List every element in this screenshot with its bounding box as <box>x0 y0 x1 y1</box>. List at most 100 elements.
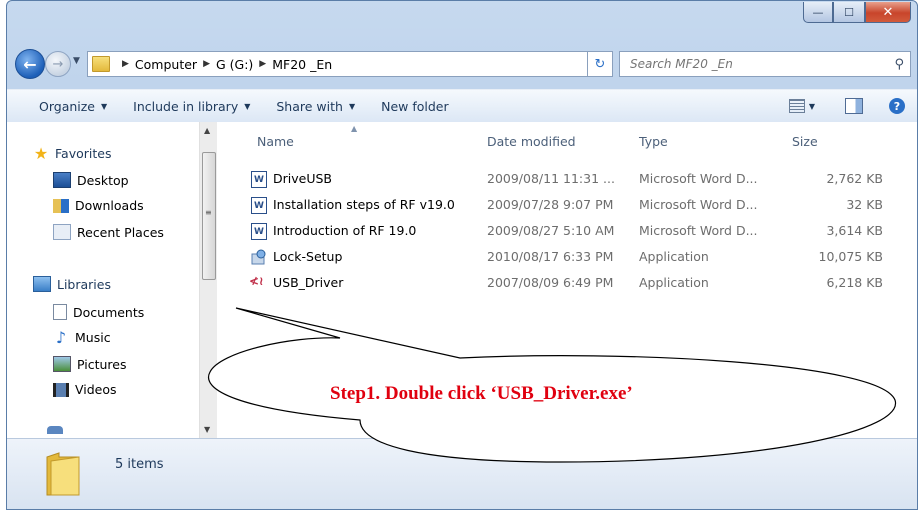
navigation-pane: ★ Favorites Desktop Downloads Recent Pla… <box>7 122 199 438</box>
include-in-library-menu[interactable]: Include in library ▼ <box>133 99 250 114</box>
column-header-date[interactable]: Date modified <box>487 134 576 149</box>
refresh-button[interactable]: ↻ <box>587 51 613 77</box>
column-header-type[interactable]: Type <box>639 134 668 149</box>
sidebar-item-label: Pictures <box>77 356 127 372</box>
file-type: Microsoft Word D... <box>639 171 758 186</box>
word-doc-icon: W <box>251 197 267 214</box>
downloads-icon <box>53 198 69 213</box>
include-in-library-label: Include in library <box>133 98 239 114</box>
folder-icon <box>92 56 110 72</box>
table-row[interactable]: W Installation steps of RF v19.0 2009/07… <box>237 194 917 216</box>
sidebar-item-music[interactable]: ♪ Music <box>53 329 111 345</box>
file-date: 2010/08/17 6:33 PM <box>487 249 614 264</box>
sidebar-item-videos[interactable]: Videos <box>53 382 117 397</box>
sidebar-item-label: Downloads <box>75 198 144 213</box>
file-size: 32 KB <box>846 197 883 212</box>
videos-icon <box>53 382 69 397</box>
chevron-down-icon: ▼ <box>348 101 356 111</box>
window-controls: — ☐ ✕ <box>803 2 911 23</box>
recent-pages-dropdown[interactable]: ▼ <box>73 56 80 66</box>
organize-menu[interactable]: Organize ▼ <box>39 99 107 114</box>
sidebar-item-label: Music <box>75 330 111 345</box>
scroll-up-icon[interactable]: ▲ <box>204 126 210 135</box>
sidebar-item-desktop[interactable]: Desktop <box>53 172 129 188</box>
item-count: 5 items <box>115 457 164 472</box>
sidebar-item-label: Recent Places <box>77 224 164 240</box>
share-with-label: Share with <box>276 98 343 114</box>
sidebar-item-label: Documents <box>73 304 145 320</box>
file-type: Application <box>639 249 709 264</box>
preview-pane-icon[interactable] <box>845 98 863 114</box>
file-size: 2,762 KB <box>826 171 883 186</box>
file-name: USB_Driver <box>273 275 344 290</box>
file-date: 2009/08/27 5:10 AM <box>487 223 615 238</box>
libraries-icon <box>33 276 51 292</box>
search-input[interactable] <box>628 56 872 72</box>
file-type: Application <box>639 275 709 290</box>
view-options-icon[interactable] <box>788 99 805 113</box>
forward-button[interactable]: → <box>45 51 71 77</box>
breadcrumb-computer[interactable]: Computer <box>135 57 197 72</box>
navigation-scrollbar[interactable]: ▲ ≡ ▼ <box>199 122 217 438</box>
table-row[interactable]: ≮≀ USB_Driver 2007/08/09 6:49 PM Applica… <box>237 272 917 294</box>
star-icon: ★ <box>33 144 49 163</box>
scroll-down-icon[interactable]: ▼ <box>204 425 210 434</box>
column-header-size[interactable]: Size <box>792 134 818 149</box>
word-doc-icon: W <box>251 223 267 240</box>
chevron-down-icon: ▼ <box>101 101 108 111</box>
sidebar-item-pictures[interactable]: Pictures <box>53 356 127 372</box>
search-icon[interactable]: ⚲ <box>894 57 904 72</box>
sidebar-item-label: Desktop <box>77 172 129 188</box>
sidebar-item-recent-places[interactable]: Recent Places <box>53 224 164 240</box>
search-box[interactable]: ⚲ <box>619 51 911 77</box>
sidebar-group-label: Libraries <box>57 276 111 292</box>
file-size: 3,614 KB <box>826 223 883 238</box>
new-folder-label: New folder <box>381 98 449 114</box>
back-button[interactable]: ← <box>15 49 45 79</box>
sidebar-group-libraries[interactable]: Libraries <box>33 276 111 292</box>
refresh-icon: ↻ <box>594 56 606 72</box>
documents-icon <box>53 304 67 320</box>
sidebar-item-downloads[interactable]: Downloads <box>53 198 144 213</box>
chevron-right-icon[interactable]: ▶ <box>259 59 266 69</box>
usb-driver-icon: ≮≀ <box>249 274 264 288</box>
breadcrumb: ▶ Computer ▶ G (G:) ▶ MF20 _En <box>116 57 332 72</box>
share-with-menu[interactable]: Share with ▼ <box>276 99 355 114</box>
explorer-window: — ☐ ✕ ← → ▼ ▶ Computer ▶ G (G:) ▶ MF20 _… <box>6 0 918 510</box>
chevron-right-icon[interactable]: ▶ <box>122 59 129 69</box>
minimize-button[interactable]: — <box>803 2 833 23</box>
file-name: Introduction of RF 19.0 <box>273 223 417 238</box>
folder-icon <box>46 452 80 496</box>
breadcrumb-folder[interactable]: MF20 _En <box>272 57 332 72</box>
recent-places-icon <box>53 224 71 240</box>
chevron-down-icon: ▼ <box>244 101 251 111</box>
address-bar[interactable]: ▶ Computer ▶ G (G:) ▶ MF20 _En ▼ <box>87 51 611 77</box>
help-icon[interactable]: ? <box>889 98 905 114</box>
sidebar-group-label: Favorites <box>55 146 112 161</box>
table-row[interactable]: W DriveUSB 2009/08/11 11:31 ... Microsof… <box>237 168 917 190</box>
new-folder-button[interactable]: New folder <box>381 99 449 114</box>
file-type: Microsoft Word D... <box>639 223 758 238</box>
setup-app-icon <box>251 249 266 265</box>
sidebar-item-documents[interactable]: Documents <box>53 304 144 320</box>
column-header-name[interactable]: Name <box>257 134 294 149</box>
table-row[interactable]: Lock-Setup 2010/08/17 6:33 PM Applicatio… <box>237 246 917 268</box>
close-button[interactable]: ✕ <box>865 2 911 23</box>
file-name: DriveUSB <box>273 171 332 186</box>
table-row[interactable]: W Introduction of RF 19.0 2009/08/27 5:1… <box>237 220 917 242</box>
file-type: Microsoft Word D... <box>639 197 758 212</box>
sidebar-group-favorites[interactable]: ★ Favorites <box>33 144 112 163</box>
maximize-button[interactable]: ☐ <box>833 2 865 23</box>
word-doc-icon: W <box>251 171 267 188</box>
chevron-down-icon[interactable]: ▼ <box>809 102 815 111</box>
file-date: 2009/08/11 11:31 ... <box>487 171 615 186</box>
sidebar-item-partial[interactable] <box>47 426 69 434</box>
command-bar: Organize ▼ Include in library ▼ Share with… <box>7 89 917 123</box>
file-date: 2009/07/28 9:07 PM <box>487 197 614 212</box>
file-date: 2007/08/09 6:49 PM <box>487 275 614 290</box>
pictures-icon <box>53 356 71 372</box>
chevron-right-icon[interactable]: ▶ <box>203 59 210 69</box>
file-name: Installation steps of RF v19.0 <box>273 197 455 212</box>
breadcrumb-drive[interactable]: G (G:) <box>216 57 253 72</box>
view-controls: ▼ ? <box>788 98 905 114</box>
